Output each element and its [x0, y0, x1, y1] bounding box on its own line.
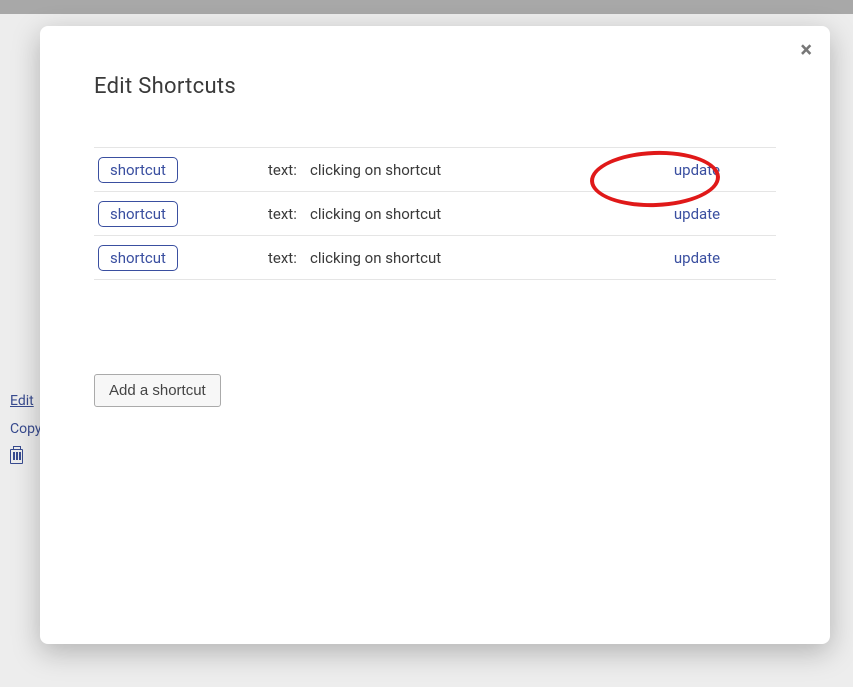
side-action-links: Edit Copy: [10, 393, 42, 468]
shortcut-row: shortcut text: clicking on shortcut upda…: [94, 236, 776, 280]
shortcut-badge[interactable]: shortcut: [98, 201, 178, 227]
copy-link[interactable]: Copy: [10, 421, 42, 437]
shortcut-cell: shortcut: [98, 204, 268, 223]
text-label: text:: [268, 161, 310, 179]
window-top-bar: [0, 0, 853, 14]
update-link[interactable]: update: [622, 161, 772, 179]
modal-content: Edit Shortcuts shortcut text: clicking o…: [40, 26, 830, 407]
edit-link[interactable]: Edit: [10, 393, 42, 409]
update-link[interactable]: update: [622, 205, 772, 223]
trash-icon[interactable]: [10, 449, 23, 464]
shortcut-list: shortcut text: clicking on shortcut upda…: [94, 147, 776, 280]
shortcut-badge[interactable]: shortcut: [98, 245, 178, 271]
shortcut-row: shortcut text: clicking on shortcut upda…: [94, 148, 776, 192]
add-shortcut-button[interactable]: Add a shortcut: [94, 374, 221, 407]
shortcut-cell: shortcut: [98, 160, 268, 179]
shortcut-cell: shortcut: [98, 248, 268, 267]
text-value: clicking on shortcut: [310, 161, 622, 179]
text-value: clicking on shortcut: [310, 249, 622, 267]
shortcut-row: shortcut text: clicking on shortcut upda…: [94, 192, 776, 236]
text-label: text:: [268, 249, 310, 267]
edit-shortcuts-modal: × Edit Shortcuts shortcut text: clicking…: [40, 26, 830, 644]
text-label: text:: [268, 205, 310, 223]
shortcut-badge[interactable]: shortcut: [98, 157, 178, 183]
close-icon[interactable]: ×: [800, 40, 812, 62]
modal-title: Edit Shortcuts: [94, 74, 776, 99]
update-link[interactable]: update: [622, 249, 772, 267]
text-value: clicking on shortcut: [310, 205, 622, 223]
